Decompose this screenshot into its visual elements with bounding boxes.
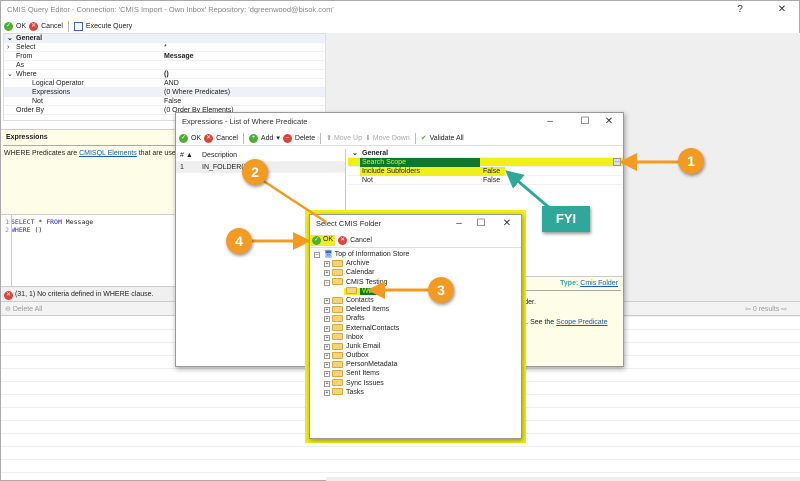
callout-1: 1 [678,148,704,174]
callout-3: 3 [428,277,454,303]
arrow-fyi [505,170,553,212]
callout-arrows [252,153,680,299]
callout-2: 2 [242,159,268,185]
arrow-2 [261,178,327,224]
fyi-callout: FYI [542,206,590,232]
callout-4: 4 [226,228,252,254]
